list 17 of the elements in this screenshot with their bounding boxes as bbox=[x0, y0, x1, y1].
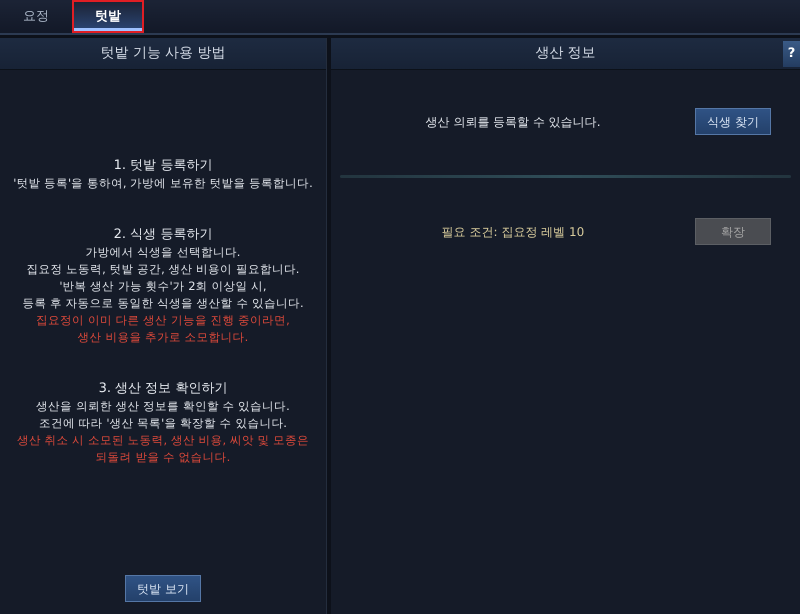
find-plant-button[interactable]: 식생 찾기 bbox=[695, 108, 771, 135]
description-text: '텃밭 등록'을 통하여, 가방에 보유한 텃밭을 등록합니다. bbox=[13, 175, 313, 192]
panel-title: 텃밭 기능 사용 방법 bbox=[100, 44, 226, 63]
description-text: 가방에서 식생을 선택합니다. 집요정 노동력, 텃밭 공간, 생산 비용이 필요합니다. '반복 생산 가능 횟수'가 2회 이상일 시, 등록 후 자동으로 동일한 식생을 생산할 수 있습니다. bbox=[22, 244, 304, 312]
description-text: 생산을 의뢰한 생산 정보를 확인할 수 있습니다. 조건에 따라 '생산 목록'을 확장할 수 있습니다. bbox=[36, 398, 290, 432]
panel-title: 생산 정보 bbox=[534, 44, 597, 63]
requirement-text: 필요 조건: 집요정 레벨 10 bbox=[440, 224, 586, 240]
view-garden-button[interactable]: 텃밭 보기 bbox=[125, 575, 201, 602]
section-title: 1. 텃밭 등록하기 bbox=[114, 157, 212, 175]
section-title: 3. 생산 정보 확인하기 bbox=[98, 380, 228, 398]
warning-text: 생산 취소 시 소모된 노동력, 생산 비용, 씨앗 및 모종은 되돌려 받을 수 없습니다. bbox=[16, 432, 310, 466]
warning-text: 집요정이 이미 다른 생산 기능을 진행 중이라면, 생산 비용을 추가로 소모합니다. bbox=[36, 312, 290, 346]
tab[interactable]: 텃밭 bbox=[72, 0, 144, 33]
section-title: 2. 식생 등록하기 bbox=[114, 226, 212, 244]
info-text: 생산 의뢰를 등록할 수 있습니다. bbox=[424, 114, 602, 130]
tab[interactable]: 요정 bbox=[0, 0, 72, 33]
help-button[interactable]: ? bbox=[783, 40, 800, 66]
